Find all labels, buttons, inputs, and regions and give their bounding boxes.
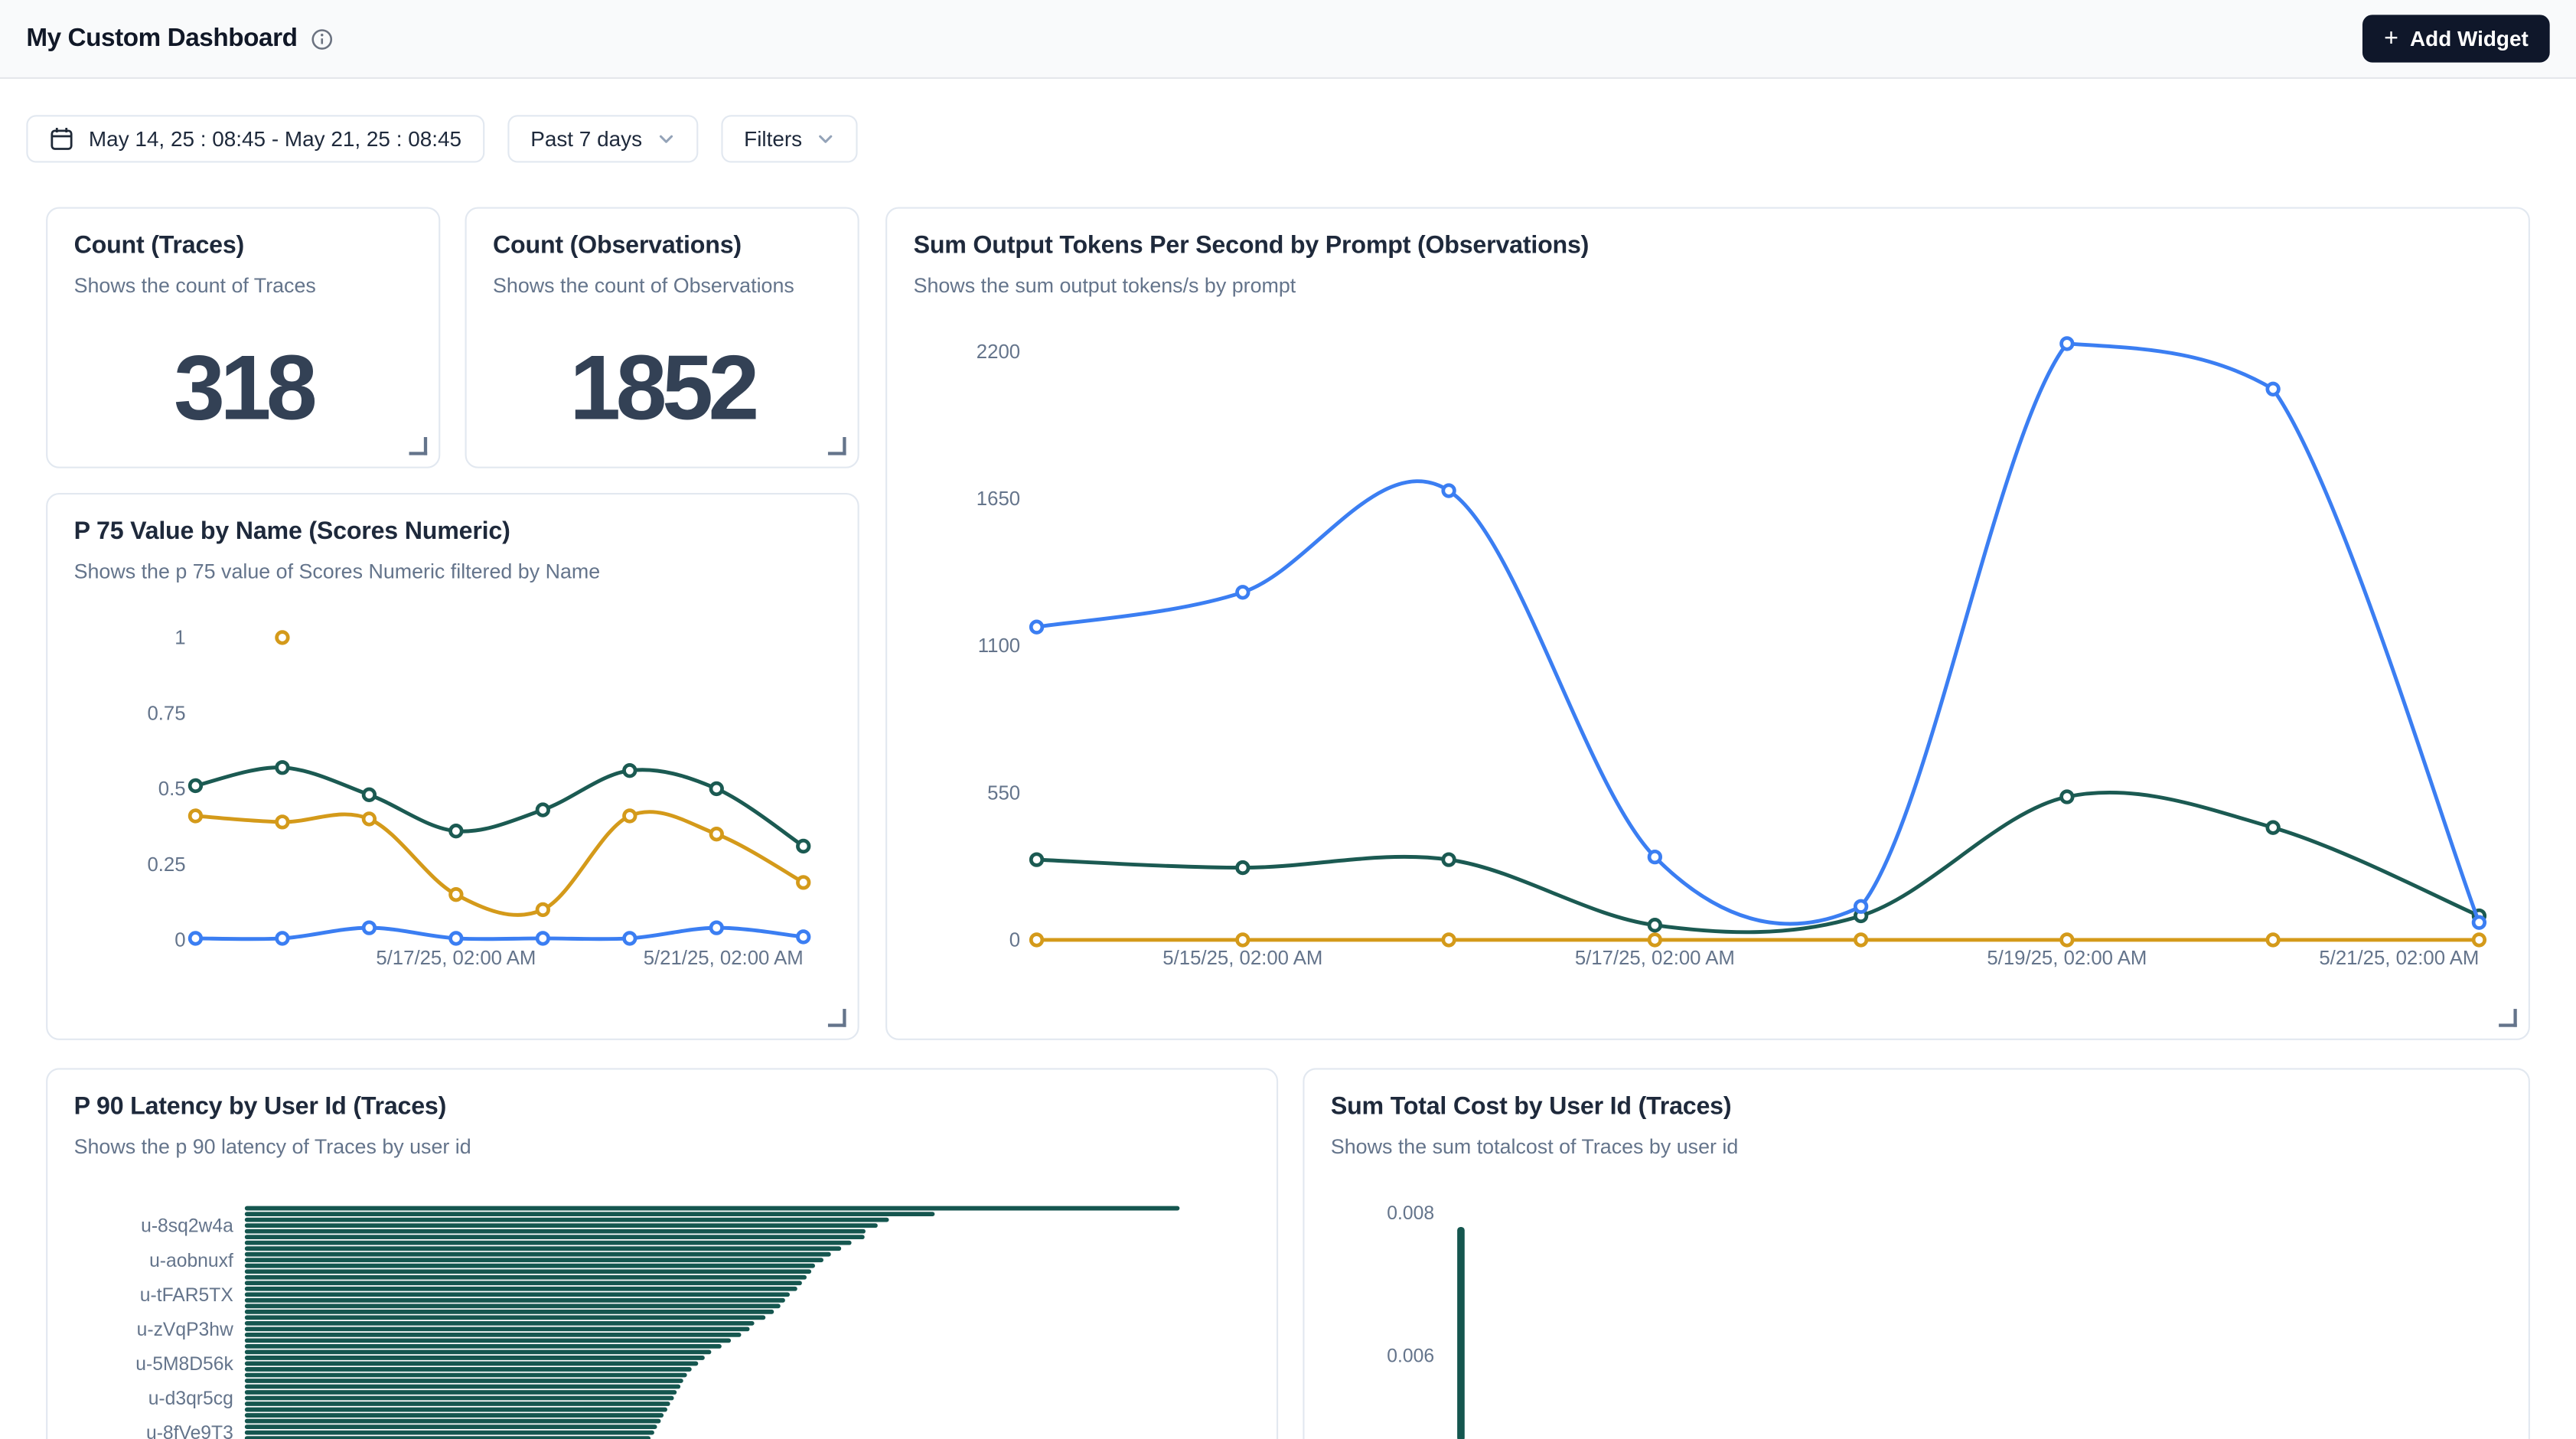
calendar-icon <box>49 126 73 151</box>
plus-icon: + <box>2384 25 2398 50</box>
svg-text:0.25: 0.25 <box>147 854 185 876</box>
svg-text:1100: 1100 <box>978 635 1020 657</box>
svg-text:u-tFAR5TX: u-tFAR5TX <box>140 1285 233 1306</box>
svg-text:u-8sq2w4a: u-8sq2w4a <box>141 1216 233 1237</box>
svg-text:0.5: 0.5 <box>158 778 186 800</box>
widget-p75-chart: 0 0.25 0.5 0.75 1 5/17/25, 02:00 AM 5/21/25, 0… <box>46 493 859 1040</box>
dashboard-page: My Custom Dashboard + Add Widget <box>0 0 2576 1439</box>
metric-value: 1852 <box>467 334 858 441</box>
svg-text:u-5M8D56k: u-5M8D56k <box>135 1354 233 1375</box>
widget-count-observations: Count (Observations) Shows the count of … <box>465 207 859 468</box>
widget-subtitle: Shows the p 90 latency of Traces by user… <box>74 1135 471 1158</box>
chevron-down-icon <box>817 130 835 148</box>
resize-handle-icon[interactable] <box>828 437 846 455</box>
date-range-button[interactable]: May 14, 25 : 08:45 - May 21, 25 : 08:45 <box>26 115 484 162</box>
widget-tokens-chart: 0 550 1100 1650 2200 5/15/25, 02:00 AM 5/17/25… <box>885 207 2530 1039</box>
preset-dropdown[interactable]: Past 7 days <box>507 115 698 162</box>
preset-label: Past 7 days <box>530 126 642 151</box>
filters-label: Filters <box>744 126 802 151</box>
filter-toolbar: May 14, 25 : 08:45 - May 21, 25 : 08:45 … <box>26 115 858 162</box>
widget-subtitle: Shows the sum totalcost of Traces by use… <box>1331 1135 1738 1158</box>
widget-p90-chart: u-8sq2w4a u-aobnuxf u-tFAR5TX u-zVqP3hw u-5M… <box>46 1068 1278 1439</box>
widget-count-traces: Count (Traces) Shows the count of Traces… <box>46 207 440 468</box>
widget-title: Sum Output Tokens Per Second by Prompt (… <box>914 232 1590 259</box>
widget-title: P 90 Latency by User Id (Traces) <box>74 1093 447 1121</box>
widget-subtitle: Shows the count of Observations <box>493 274 794 297</box>
p90-bar-chart: u-8sq2w4a u-aobnuxf u-tFAR5TX u-zVqP3hw u-5M… <box>47 1070 1280 1439</box>
svg-text:u-d3qr5cg: u-d3qr5cg <box>148 1388 233 1409</box>
widget-cost-chart: 0.008 0.006 Sum Total Cost by User Id (Tr… <box>1303 1068 2530 1439</box>
metric-value: 318 <box>47 334 439 441</box>
svg-text:550: 550 <box>987 782 1020 804</box>
svg-text:5/21/25, 02:00 AM: 5/21/25, 02:00 AM <box>2319 948 2479 969</box>
svg-text:u-8fVe9T3: u-8fVe9T3 <box>146 1423 233 1439</box>
add-widget-label: Add Widget <box>2410 26 2529 51</box>
widget-subtitle: Shows the p 75 value of Scores Numeric f… <box>74 560 601 583</box>
svg-text:u-zVqP3hw: u-zVqP3hw <box>137 1320 233 1340</box>
tokens-line-chart: 0 550 1100 1650 2200 5/15/25, 02:00 AM 5/17/25… <box>887 209 2532 1042</box>
add-widget-button[interactable]: + Add Widget <box>2362 15 2549 62</box>
top-bar: My Custom Dashboard + Add Widget <box>0 0 2576 79</box>
svg-text:0.75: 0.75 <box>147 703 185 724</box>
info-icon[interactable] <box>311 27 334 50</box>
page-title: My Custom Dashboard <box>26 24 297 54</box>
svg-text:1650: 1650 <box>977 488 1020 510</box>
svg-text:5/21/25, 02:00 AM: 5/21/25, 02:00 AM <box>644 948 804 969</box>
date-range-label: May 14, 25 : 08:45 - May 21, 25 : 08:45 <box>89 126 461 151</box>
svg-text:5/15/25, 02:00 AM: 5/15/25, 02:00 AM <box>1162 948 1322 969</box>
widget-title: Sum Total Cost by User Id (Traces) <box>1331 1093 1732 1121</box>
svg-text:5/17/25, 02:00 AM: 5/17/25, 02:00 AM <box>1575 948 1735 969</box>
chevron-down-icon <box>657 130 675 148</box>
widget-subtitle: Shows the count of Traces <box>74 274 316 297</box>
resize-handle-icon[interactable] <box>2499 1009 2517 1027</box>
cost-bar-chart: 0.008 0.006 <box>1304 1070 2532 1439</box>
svg-text:0: 0 <box>1009 929 1020 951</box>
widget-title: Count (Traces) <box>74 232 244 259</box>
svg-text:2200: 2200 <box>977 341 1020 363</box>
resize-handle-icon[interactable] <box>409 437 428 455</box>
resize-handle-icon[interactable] <box>828 1009 846 1027</box>
widget-title: Count (Observations) <box>493 232 742 259</box>
svg-text:0.008: 0.008 <box>1387 1203 1434 1224</box>
widget-title: P 75 Value by Name (Scores Numeric) <box>74 517 510 545</box>
filters-dropdown[interactable]: Filters <box>721 115 858 162</box>
svg-text:0: 0 <box>174 929 185 951</box>
svg-text:0.006: 0.006 <box>1387 1346 1434 1367</box>
svg-text:u-aobnuxf: u-aobnuxf <box>149 1251 233 1271</box>
svg-text:5/19/25, 02:00 AM: 5/19/25, 02:00 AM <box>1987 948 2147 969</box>
svg-text:5/17/25, 02:00 AM: 5/17/25, 02:00 AM <box>376 948 536 969</box>
widget-subtitle: Shows the sum output tokens/s by prompt <box>914 274 1296 297</box>
svg-text:1: 1 <box>174 628 185 649</box>
